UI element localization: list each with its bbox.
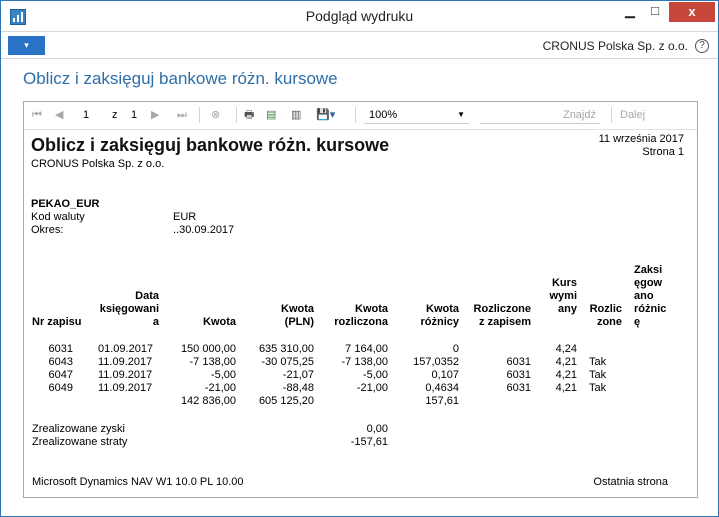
realized-losses-label: Zrealizowane straty <box>32 436 128 448</box>
table-cell: 6043 <box>48 356 73 368</box>
maximize-button[interactable]: □ <box>643 2 667 22</box>
table-cell: 4,24 <box>555 343 577 355</box>
page-of-label: z <box>112 109 118 121</box>
export-icon[interactable]: 💾▾ <box>316 107 335 123</box>
table-cell: Tak <box>589 356 607 368</box>
title-bar: Podgląd wydruku ▁ □ x <box>1 1 718 31</box>
page-title: Oblicz i zaksięguj bankowe różn. kursowe <box>23 69 338 88</box>
table-cell: 6047 <box>48 369 73 381</box>
column-header-applied: Rozlic zone <box>589 303 622 328</box>
table-cell: 635 310,00 <box>258 343 314 355</box>
zoom-select[interactable]: 100% ▼ <box>364 107 469 124</box>
report-page: Oblicz i zaksięguj bankowe różn. kursowe… <box>24 130 697 497</box>
report-footer-version: Microsoft Dynamics NAV W1 10.0 PL 10.00 <box>32 476 244 488</box>
column-header-exchange-rate: Kurs wymi any <box>549 277 577 315</box>
total-difference: 157,61 <box>425 395 459 407</box>
report-company: CRONUS Polska Sp. z o.o. <box>31 158 165 170</box>
column-header-posted-difference: Zaksi ęgow ano różnic ę <box>634 264 667 328</box>
table-cell: 4,21 <box>555 382 577 394</box>
table-cell: -21,07 <box>282 369 314 381</box>
report-page-number: Strona 1 <box>642 146 684 158</box>
find-input[interactable]: Znajdź <box>480 107 600 124</box>
column-header-amount-pln: Kwota (PLN) <box>281 303 314 328</box>
column-header-posting-date: Data księgowani a <box>99 290 159 328</box>
help-icon[interactable]: ? <box>695 39 709 53</box>
application-menu-button[interactable]: ▾ <box>8 36 45 55</box>
table-cell: -21,00 <box>204 382 236 394</box>
report-viewer: ⏮ ◀ 1 z 1 ▶ ⏭ ⊗ 🖶 ▤ ▥ 💾▾ 100% ▼ Znajdź Da… <box>23 101 698 498</box>
page-number-input[interactable]: 1 <box>79 107 109 124</box>
table-cell: -30 075,25 <box>261 356 314 368</box>
previous-page-icon[interactable]: ◀ <box>55 107 63 123</box>
bank-account-name: PEKAO_EUR <box>31 198 100 210</box>
table-cell: -7 138,00 <box>341 356 388 368</box>
table-cell: -5,00 <box>362 369 388 381</box>
realized-gains-value: 0,00 <box>366 423 388 435</box>
column-header-difference-amount: Kwota różnicy <box>420 303 459 328</box>
dropdown-icon: ▼ <box>457 110 465 119</box>
table-cell: 6049 <box>48 382 73 394</box>
table-cell: -88,48 <box>282 382 314 394</box>
last-page-icon[interactable]: ⏭ <box>177 107 187 123</box>
first-page-icon[interactable]: ⏮ <box>32 107 42 123</box>
realized-gains-label: Zrealizowane zyski <box>32 423 125 435</box>
print-layout-icon[interactable]: ▥ <box>291 107 301 123</box>
period-label: Okres: <box>31 224 64 236</box>
next-page-icon[interactable]: ▶ <box>151 107 159 123</box>
close-button[interactable]: x <box>669 2 715 22</box>
find-next-button[interactable]: Dalej <box>620 107 645 123</box>
table-cell: 6031 <box>506 369 531 381</box>
table-cell: -7 138,00 <box>189 356 236 368</box>
total-amount-pln: 605 125,20 <box>258 395 314 407</box>
table-cell: Tak <box>589 369 607 381</box>
table-cell: 4,21 <box>555 356 577 368</box>
table-cell: 4,21 <box>555 369 577 381</box>
table-cell: 6031 <box>48 343 73 355</box>
command-bar: ▾ CRONUS Polska Sp. z o.o. ? <box>1 31 718 59</box>
table-cell: 11.09.2017 <box>98 382 153 394</box>
company-name: CRONUS Polska Sp. z o.o. <box>542 39 688 53</box>
table-cell: -21,00 <box>356 382 388 394</box>
report-title: Oblicz i zaksięguj bankowe różn. kursowe <box>31 135 390 155</box>
column-header-amount: Kwota <box>203 316 236 328</box>
column-header-entry-no: Nr zapisu <box>32 316 82 328</box>
table-cell: Tak <box>589 382 607 394</box>
table-cell: 01.09.2017 <box>98 343 154 355</box>
report-date: 11 września 2017 <box>598 133 684 145</box>
minimize-button[interactable]: ▁ <box>617 2 643 22</box>
currency-code-value: EUR <box>173 211 197 223</box>
report-toolbar: ⏮ ◀ 1 z 1 ▶ ⏭ ⊗ 🖶 ▤ ▥ 💾▾ 100% ▼ Znajdź Da… <box>24 102 697 130</box>
column-header-applied-entry: Rozliczone z zapisem <box>473 303 531 328</box>
table-cell: 0,4634 <box>425 382 459 394</box>
table-cell: 11.09.2017 <box>98 356 153 368</box>
stop-icon[interactable]: ⊗ <box>211 107 220 123</box>
currency-code-label: Kod waluty <box>31 211 85 223</box>
report-footer-last-page: Ostatnia strona <box>593 476 668 488</box>
table-cell: 7 164,00 <box>345 343 388 355</box>
print-icon[interactable]: 🖶 <box>244 107 254 123</box>
table-cell: 150 000,00 <box>180 343 236 355</box>
total-amount: 142 836,00 <box>180 395 236 407</box>
print-preview-window: Podgląd wydruku ▁ □ x ▾ CRONUS Polska Sp… <box>0 0 719 517</box>
realized-losses-value: -157,61 <box>350 436 388 448</box>
table-cell: 0 <box>452 343 459 355</box>
table-cell: 157,0352 <box>413 356 459 368</box>
table-cell: 0,107 <box>431 369 459 381</box>
page-total: 1 <box>131 109 138 121</box>
table-cell: 6031 <box>506 356 531 368</box>
table-cell: 11.09.2017 <box>98 369 153 381</box>
table-cell: -5,00 <box>210 369 236 381</box>
page-setup-icon[interactable]: ▤ <box>266 107 276 123</box>
zoom-value: 100% <box>369 109 398 121</box>
period-value: ..30.09.2017 <box>173 224 235 236</box>
table-cell: 6031 <box>506 382 531 394</box>
chevron-down-icon: ▾ <box>24 40 29 50</box>
column-header-applied-amount: Kwota rozliczona <box>334 303 388 328</box>
window-title: Podgląd wydruku <box>305 8 414 24</box>
